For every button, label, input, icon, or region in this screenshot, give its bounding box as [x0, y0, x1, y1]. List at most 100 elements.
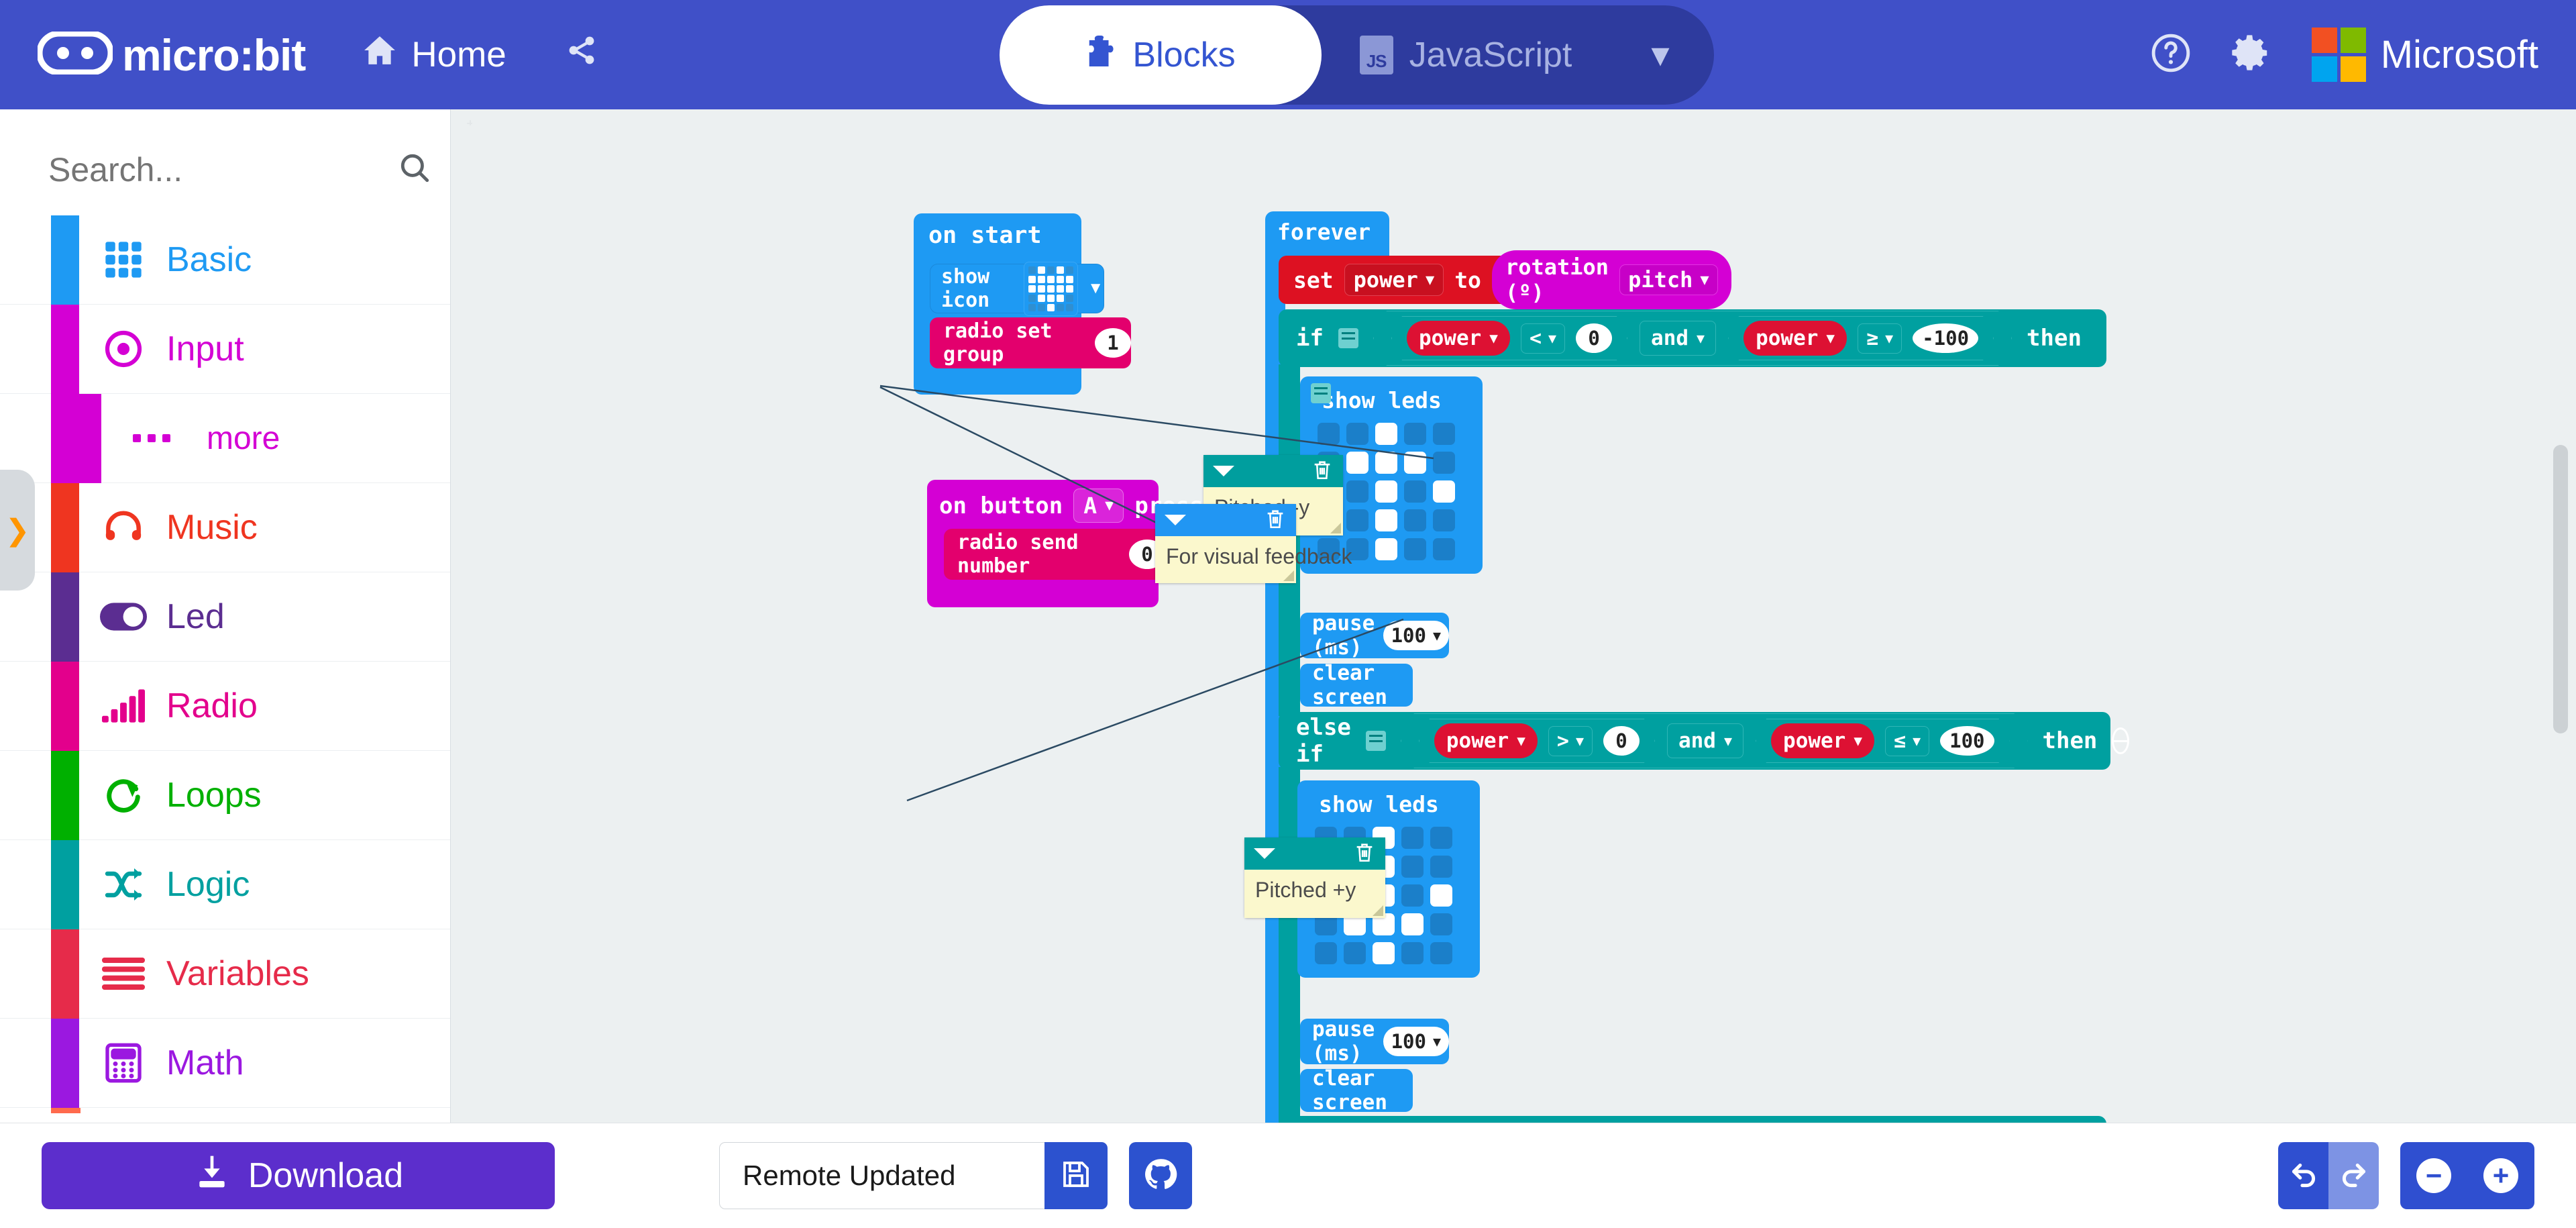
block-pause-if[interactable]: pause (ms) 100 ▼	[1300, 611, 1449, 660]
triangle-down-icon[interactable]	[1213, 466, 1234, 476]
pause-value-field[interactable]: 100 ▼	[1383, 621, 1449, 650]
redo-button[interactable]	[2328, 1142, 2379, 1209]
menu-item-share[interactable]	[536, 0, 627, 109]
led-cell[interactable]	[1038, 266, 1046, 274]
variable-chip[interactable]: power ▼	[1434, 723, 1538, 758]
led-cell[interactable]	[1375, 423, 1397, 445]
download-button[interactable]: Download	[42, 1142, 555, 1209]
undo-button[interactable]	[2278, 1142, 2328, 1209]
sidebar-item-logic[interactable]: Logic	[0, 840, 450, 929]
if-condition-a[interactable]: power ▼ < ▼ 0	[1391, 316, 1627, 360]
variable-chip[interactable]: power ▼	[1407, 321, 1510, 356]
comment-flag-icon[interactable]	[1311, 383, 1331, 403]
led-cell[interactable]	[1028, 275, 1036, 283]
comment-header[interactable]	[1155, 504, 1296, 536]
led-cell[interactable]	[1404, 480, 1426, 503]
project-name-input[interactable]	[719, 1142, 1044, 1209]
zoom-in-button[interactable]: +	[2483, 1158, 2518, 1193]
toolbox-flyout-handle[interactable]: ❯	[0, 470, 35, 591]
comment-text[interactable]: Pitched +y	[1244, 870, 1385, 918]
led-cell[interactable]	[1430, 913, 1452, 935]
led-cell[interactable]	[1047, 266, 1055, 274]
elseif-condition-b[interactable]: power ▼ ≤ ▼ 100	[1756, 719, 2009, 763]
led-cell[interactable]	[1047, 275, 1055, 283]
led-cell[interactable]	[1404, 452, 1426, 474]
triangle-down-icon[interactable]	[1254, 848, 1275, 859]
led-cell[interactable]	[1066, 266, 1074, 274]
tab-dropdown-button[interactable]: ▼	[1610, 5, 1711, 105]
led-cell[interactable]	[1315, 942, 1337, 964]
led-cell[interactable]	[1038, 285, 1046, 293]
comment-text[interactable]: For visual feedback	[1155, 536, 1352, 583]
blocks-workspace[interactable]: on start show icon ▼ radio set group 1 o…	[451, 109, 2576, 1123]
tab-javascript[interactable]: JS JavaScript	[1322, 5, 1610, 105]
sidebar-item-input[interactable]: Input	[0, 305, 450, 394]
block-if-header[interactable]: if power ▼ < ▼ 0 and ▼ power ▼ ≥ ▼ -100 …	[1279, 309, 2106, 367]
logical-joiner-select[interactable]: and ▼	[1640, 321, 1716, 356]
logical-joiner-select[interactable]: and ▼	[1667, 723, 1743, 758]
variable-chip[interactable]: power ▼	[1771, 723, 1874, 758]
help-button[interactable]	[2131, 0, 2211, 109]
comment-for-visual-feedback[interactable]: For visual feedback	[1155, 504, 1352, 583]
sidebar-item-loops[interactable]: Loops	[0, 751, 450, 840]
comparison-value[interactable]: -100	[1913, 323, 1978, 353]
led-cell[interactable]	[1401, 856, 1424, 878]
comment-pitched-plus-y[interactable]: Pitched +y	[1244, 837, 1385, 918]
led-cell[interactable]	[1433, 452, 1455, 474]
microbit-logo[interactable]: micro:bit	[0, 0, 332, 109]
variable-chip[interactable]: power ▼	[1743, 321, 1847, 356]
led-cell[interactable]	[1038, 303, 1046, 311]
trash-icon[interactable]	[1264, 507, 1287, 533]
led-cell[interactable]	[1028, 303, 1036, 311]
microsoft-logo[interactable]: Microsoft	[2292, 0, 2576, 109]
led-cell[interactable]	[1433, 423, 1455, 445]
workspace-vertical-scrollbar[interactable]	[2553, 445, 2568, 733]
led-cell[interactable]	[1430, 827, 1452, 849]
comment-header[interactable]	[1203, 455, 1343, 487]
led-cell[interactable]	[1433, 509, 1455, 531]
led-cell[interactable]	[1057, 303, 1065, 311]
search-input[interactable]	[48, 150, 337, 189]
led-cell[interactable]	[1047, 303, 1055, 311]
radio-group-value[interactable]: 1	[1095, 328, 1131, 358]
led-cell[interactable]	[1430, 856, 1452, 878]
search-icon[interactable]	[398, 151, 431, 188]
comparison-value[interactable]: 0	[1603, 726, 1640, 756]
block-clear-screen-if[interactable]: clear screen	[1300, 661, 1413, 709]
led-cell[interactable]	[1401, 827, 1424, 849]
led-cell[interactable]	[1057, 275, 1065, 283]
menu-item-home[interactable]: Home	[332, 0, 535, 109]
block-else-if-header[interactable]: else if power ▼ > ▼ 0 and ▼ power ▼ ≤ ▼ …	[1279, 712, 2130, 770]
led-cell[interactable]	[1430, 942, 1452, 964]
pause-value-field[interactable]: 100 ▼	[1383, 1027, 1449, 1056]
block-show-icon[interactable]: show icon ▼	[930, 261, 1104, 316]
led-cell[interactable]	[1375, 538, 1397, 560]
led-cell[interactable]	[1057, 285, 1065, 293]
comment-header[interactable]	[1244, 837, 1385, 870]
tab-blocks[interactable]: Blocks	[1000, 5, 1322, 105]
led-cell[interactable]	[1346, 452, 1368, 474]
led-cell[interactable]	[1028, 294, 1036, 302]
save-button[interactable]	[1044, 1142, 1108, 1209]
zoom-out-button[interactable]: −	[2416, 1158, 2451, 1193]
led-cell[interactable]	[1401, 942, 1424, 964]
led-cell[interactable]	[1404, 538, 1426, 560]
comparison-value[interactable]: 100	[1940, 726, 1994, 756]
sidebar-item-basic[interactable]: Basic	[0, 215, 450, 305]
operator-select[interactable]: ≤ ▼	[1885, 726, 1929, 756]
led-cell[interactable]	[1401, 913, 1424, 935]
led-cell[interactable]	[1047, 294, 1055, 302]
sidebar-item-music[interactable]: Music	[0, 483, 450, 572]
led-cell[interactable]	[1318, 423, 1340, 445]
led-cell[interactable]	[1066, 285, 1074, 293]
block-set-variable[interactable]: set power ▼ to rotation (º) pitch ▼	[1279, 250, 1731, 309]
sidebar-item-variables[interactable]: Variables	[0, 929, 450, 1019]
elseif-condition-group[interactable]: power ▼ > ▼ 0 and ▼ power ▼ ≤ ▼ 100	[1401, 713, 2028, 768]
block-radio-set-group[interactable]: radio set group 1	[930, 317, 1131, 368]
trash-icon[interactable]	[1311, 458, 1334, 484]
led-cell[interactable]	[1028, 266, 1036, 274]
led-cell[interactable]	[1375, 509, 1397, 531]
led-cell[interactable]	[1375, 452, 1397, 474]
sidebar-item-more[interactable]: more	[0, 394, 450, 483]
led-cell[interactable]	[1346, 509, 1368, 531]
